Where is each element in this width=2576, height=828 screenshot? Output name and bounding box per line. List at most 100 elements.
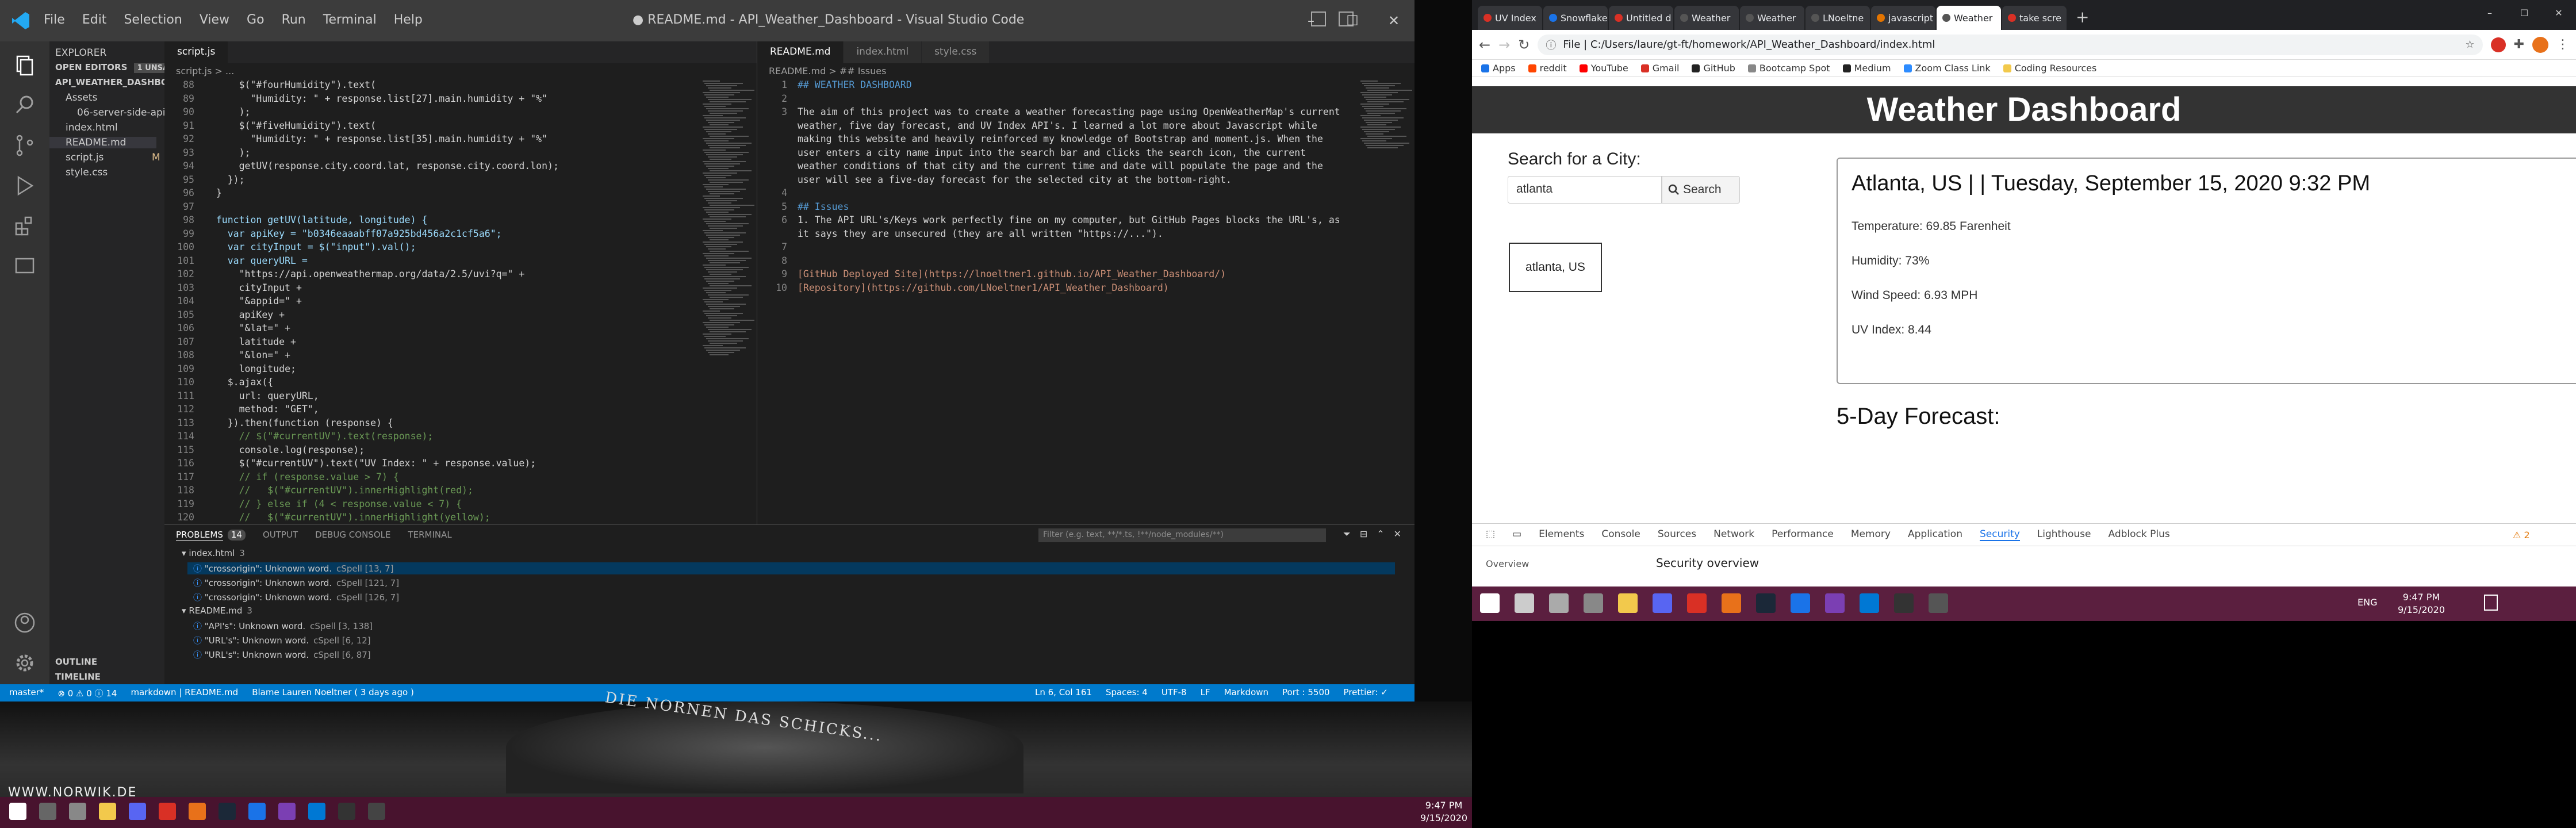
problem-row[interactable]: ⓘ "URL's": Unknown word. cSpell [6, 12] [193, 634, 371, 646]
problem-row[interactable]: ▾ index.html 3 [182, 548, 245, 558]
puzzle-icon[interactable]: ✚ [2514, 37, 2524, 52]
taskbar-app-icon[interactable] [1515, 593, 1534, 613]
taskbar-app-icon[interactable] [1618, 593, 1638, 613]
minimize-icon[interactable]: – [1290, 0, 1332, 41]
editor-tab[interactable]: index.html [844, 41, 922, 63]
status-item[interactable]: Markdown [1224, 687, 1268, 697]
status-item[interactable]: master* [9, 687, 44, 699]
bookmark-item[interactable]: Medium [1842, 63, 1891, 74]
editor-tab[interactable]: style.css [922, 41, 990, 63]
taskbar-app-icon[interactable] [129, 803, 146, 820]
account-icon[interactable] [13, 611, 37, 635]
file-tree-item[interactable]: Assets [66, 92, 97, 103]
run-debug-icon[interactable] [13, 174, 37, 198]
devtools-tab[interactable]: Console [1601, 528, 1640, 541]
taskbar-app-icon[interactable] [218, 803, 236, 820]
browser-tab[interactable]: Weather [1674, 6, 1739, 30]
bookmark-item[interactable]: Gmail [1640, 63, 1679, 74]
maximize-icon[interactable]: ☐ [1332, 0, 1373, 41]
menu-item-edit[interactable]: Edit [82, 13, 107, 27]
collapse-icon[interactable]: ⊟ [1360, 528, 1367, 540]
overview-link[interactable]: Overview [1486, 558, 1529, 569]
timeline-section[interactable]: TIMELINE [55, 672, 101, 682]
outline-section[interactable]: OUTLINE [55, 657, 97, 667]
problem-row[interactable]: ▾ README.md 3 [182, 605, 252, 616]
browser-tab[interactable]: javascript [1871, 6, 1935, 30]
devtools-tab[interactable]: Adblock Plus [2109, 528, 2170, 541]
status-item[interactable]: ⊗ 0 ⚠ 0 ⓘ 14 [57, 687, 117, 699]
close-icon[interactable]: ✕ [2542, 0, 2576, 26]
browser-tab[interactable]: Untitled d [1609, 6, 1673, 30]
browser-tab[interactable]: Weather [1740, 6, 1804, 30]
taskbar-app-icon[interactable] [69, 803, 86, 820]
taskbar-app-icon[interactable] [159, 803, 176, 820]
problem-row[interactable]: ⓘ "API's": Unknown word. cSpell [3, 138] [193, 620, 373, 632]
clock[interactable]: 9:47 PM 9/15/2020 [1420, 799, 1467, 825]
taskbar-app-icon[interactable] [1825, 593, 1845, 613]
back-icon[interactable]: ← [1479, 37, 1490, 53]
city-search-input[interactable]: atlanta [1508, 176, 1662, 204]
taskbar-app-icon[interactable] [1929, 593, 1948, 613]
taskbar-app-icon[interactable] [368, 803, 385, 820]
forward-icon[interactable]: → [1498, 37, 1510, 53]
editor-tab[interactable]: README.md [757, 41, 844, 63]
device-toolbar-icon[interactable]: ▭ [1512, 528, 1521, 541]
bookmark-item[interactable]: reddit [1528, 63, 1567, 74]
windows-clock[interactable]: 9:47 PM 9/15/2020 [2398, 591, 2445, 616]
devtools-tab[interactable]: Application [1908, 528, 1962, 541]
taskbar-app-icon[interactable] [1722, 593, 1741, 613]
problems-filter-input[interactable]: Filter (e.g. text, **/*.ts, !**/node_mod… [1038, 528, 1326, 542]
menu-item-view[interactable]: View [200, 13, 229, 27]
extension-icon[interactable] [2490, 37, 2506, 52]
browser-tab[interactable]: LNoeltne [1805, 6, 1870, 30]
source-control-icon[interactable] [13, 133, 37, 158]
devtools-tab[interactable]: Network [1713, 528, 1754, 541]
taskbar-app-icon[interactable] [1584, 593, 1603, 613]
panel-tab[interactable]: OUTPUT [263, 530, 298, 540]
status-item[interactable]: Port : 5500 [1282, 687, 1330, 697]
history-button[interactable]: atlanta, US [1509, 243, 1602, 292]
taskbar-app-icon[interactable] [1791, 593, 1810, 613]
taskbar-app-icon[interactable] [308, 803, 325, 820]
devtools-tab[interactable]: Sources [1658, 528, 1696, 541]
notifications-icon[interactable] [2484, 595, 2498, 611]
taskbar-app-icon[interactable] [9, 803, 26, 820]
editor-tab[interactable]: script.js [164, 41, 229, 63]
panel-tab[interactable]: PROBLEMS [176, 530, 223, 540]
bookmark-item[interactable]: Zoom Class Link [1903, 63, 1991, 74]
problem-row[interactable]: ⓘ "URL's": Unknown word. cSpell [6, 87] [193, 649, 371, 661]
minimize-icon[interactable]: – [2472, 0, 2507, 26]
status-item[interactable]: Ln 6, Col 161 [1035, 687, 1092, 697]
problem-row[interactable]: ⓘ "crossorigin": Unknown word. cSpell [12… [193, 577, 399, 589]
taskbar-app-icon[interactable] [1549, 593, 1569, 613]
file-tree-item[interactable]: index.html [66, 122, 118, 133]
menu-item-file[interactable]: File [44, 13, 65, 27]
search-button[interactable]: Search [1662, 176, 1740, 204]
bookmark-item[interactable]: Coding Resources [2003, 63, 2096, 74]
taskbar-app-icon[interactable] [1653, 593, 1672, 613]
bookmark-item[interactable]: YouTube [1579, 63, 1628, 74]
menu-item-run[interactable]: Run [282, 13, 306, 27]
maximize-panel-icon[interactable]: ⌃ [1377, 528, 1384, 540]
taskbar-app-icon[interactable] [1480, 593, 1500, 613]
code-editor[interactable]: 88 $("#fourHumidity").text(89 "Humidity:… [164, 78, 739, 524]
files-icon[interactable] [13, 53, 37, 77]
menu-item-terminal[interactable]: Terminal [323, 13, 377, 27]
devtools-tab[interactable]: Elements [1539, 528, 1584, 541]
extensions-icon[interactable] [13, 214, 37, 238]
panel-tab[interactable]: TERMINAL [408, 530, 451, 540]
menu-icon[interactable]: ⋮ [2556, 37, 2569, 52]
status-item[interactable]: UTF-8 [1162, 687, 1187, 697]
close-icon[interactable]: ✕ [1373, 0, 1414, 41]
status-item[interactable]: Prettier: ✓ [1344, 687, 1388, 697]
panel-tab[interactable]: DEBUG CONSOLE [315, 530, 390, 540]
taskbar-app-icon[interactable] [248, 803, 266, 820]
new-tab-icon[interactable]: + [2068, 4, 2097, 30]
minimap[interactable] [699, 78, 757, 521]
browser-tab[interactable]: UV Index [1478, 6, 1542, 30]
omnibox[interactable]: ⓘ File | C:/Users/laure/gt-ft/homework/A… [1538, 34, 2483, 55]
status-item[interactable]: markdown | README.md [131, 687, 238, 699]
browser-tab[interactable]: Snowflake [1543, 6, 1608, 30]
status-item[interactable]: Spaces: 4 [1106, 687, 1148, 697]
menu-item-selection[interactable]: Selection [124, 13, 182, 27]
